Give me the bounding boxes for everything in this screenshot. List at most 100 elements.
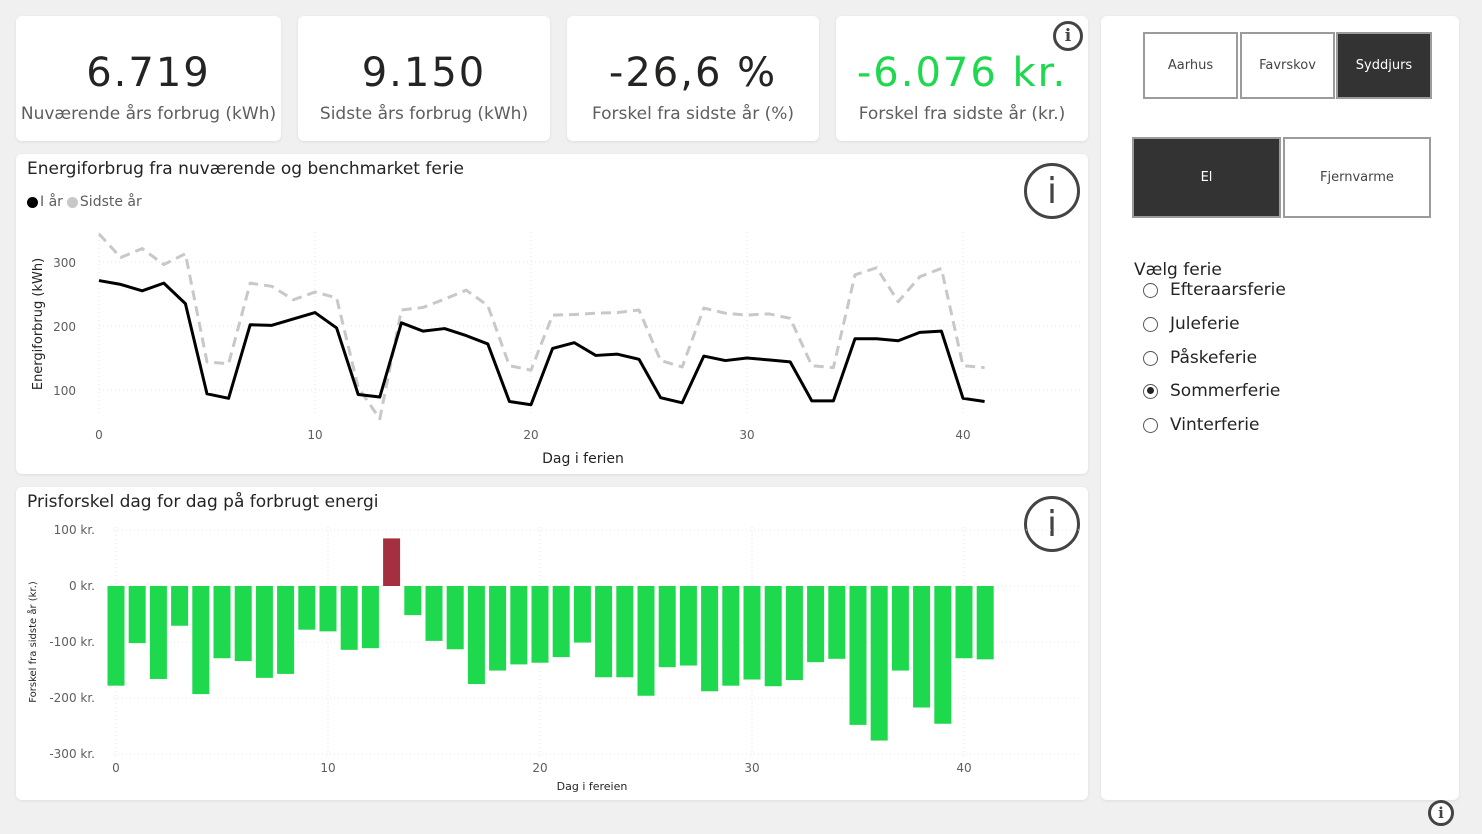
bar — [828, 586, 846, 659]
bar — [849, 586, 867, 725]
bar — [425, 586, 443, 641]
bar — [234, 586, 252, 662]
info-circle-icon[interactable]: i — [1428, 800, 1454, 826]
info-circle-icon[interactable]: i — [1053, 21, 1083, 51]
city-button-syddjurs[interactable]: Syddjurs — [1336, 32, 1432, 99]
city-button-aarhus[interactable]: Aarhus — [1143, 32, 1238, 99]
bar — [701, 586, 719, 692]
y-tick-label: 300 — [53, 256, 76, 270]
radio-button[interactable] — [1143, 417, 1158, 433]
holiday-option-sommerferie[interactable]: Sommerferie — [1143, 381, 1280, 401]
radio-button-selected[interactable] — [1143, 383, 1158, 399]
y-axis-label: Forskel fra sidste år (kr.) — [26, 581, 39, 703]
bar-chart-plot: 100 kr. 0 kr. -100 kr. -200 kr. -300 kr. 0 10 2… — [26, 523, 1080, 793]
bar — [573, 586, 591, 643]
holiday-option-paaskeferie[interactable]: Påskeferie — [1143, 348, 1257, 368]
y-tick-label: -300 kr. — [49, 747, 95, 761]
y-axis-label: Energiforbrug (kWh) — [31, 258, 46, 390]
holiday-option-label: Vinterferie — [1170, 415, 1260, 435]
slicer-panel: Aarhus Favrskov Syddjurs El Fjernvarme V… — [1101, 16, 1459, 800]
bar — [489, 586, 507, 671]
bar — [891, 586, 909, 671]
x-tick-label: 30 — [744, 761, 759, 775]
bar — [743, 586, 761, 680]
radio-button[interactable] — [1143, 316, 1158, 332]
bar — [446, 586, 464, 650]
kpi-card-diff-kr: -6.076 kr. Forskel fra sidste år (kr.) — [836, 16, 1088, 141]
bar — [277, 586, 295, 674]
x-tick-label: 30 — [739, 428, 754, 442]
y-tick-label: -200 kr. — [49, 691, 95, 705]
bar — [192, 586, 210, 695]
bar — [149, 586, 167, 679]
bar — [807, 586, 825, 663]
bar — [955, 586, 973, 659]
energy-button-el[interactable]: El — [1132, 137, 1281, 218]
kpi-value: 6.719 — [86, 50, 211, 96]
y-tick-label: 100 kr. — [54, 523, 95, 537]
bar-chart-card: Prisforskel dag for dag på forbrugt ener… — [16, 487, 1088, 800]
bar — [764, 586, 782, 687]
kpi-card-last-year: 9.150 Sidste års forbrug (kWh) — [298, 16, 550, 141]
x-tick-label: 0 — [112, 761, 120, 775]
city-button-favrskov[interactable]: Favrskov — [1240, 32, 1335, 99]
bar — [467, 586, 485, 684]
kpi-label: Nuværende års forbrug (kWh) — [20, 104, 277, 124]
holiday-option-label: Sommerferie — [1170, 381, 1281, 401]
bar — [870, 586, 888, 741]
holiday-option-juleferie[interactable]: Juleferie — [1143, 314, 1240, 334]
holiday-option-label: Juleferie — [1170, 314, 1240, 334]
bar — [679, 586, 697, 666]
bar — [361, 586, 379, 649]
bar — [171, 586, 189, 626]
x-axis-label: Dag i ferien — [542, 451, 624, 467]
bar — [658, 586, 676, 668]
y-tick-label: -100 kr. — [49, 635, 95, 649]
kpi-value: -26,6 % — [608, 50, 778, 96]
bar — [913, 586, 931, 708]
bar — [616, 586, 634, 678]
energy-button-fjernvarme[interactable]: Fjernvarme — [1283, 137, 1431, 218]
bar — [510, 586, 528, 665]
x-axis-label: Dag i fereien — [557, 780, 628, 793]
holiday-option-label: Påskeferie — [1170, 348, 1258, 368]
bar — [595, 586, 613, 678]
kpi-label: Sidste års forbrug (kWh) — [319, 104, 529, 124]
holiday-option-vinterferie[interactable]: Vinterferie — [1143, 415, 1259, 435]
bar — [637, 586, 655, 696]
bar — [404, 586, 422, 616]
y-tick-label: 100 — [53, 384, 76, 398]
kpi-card-current: 6.719 Nuværende års forbrug (kWh) — [16, 16, 281, 141]
x-tick-label: 20 — [532, 761, 547, 775]
bar — [785, 586, 803, 681]
line-chart-card: Energiforbrug fra nuværende og benchmark… — [16, 154, 1088, 474]
holiday-option-label: Efteraarsferie — [1170, 280, 1286, 300]
kpi-label: Forskel fra sidste år (kr.) — [858, 104, 1066, 124]
holiday-slicer-title: Vælg ferie — [1134, 260, 1222, 280]
x-tick-label: 20 — [523, 428, 538, 442]
kpi-value: 9.150 — [361, 50, 487, 96]
bar — [255, 586, 273, 678]
kpi-label: Forskel fra sidste år (%) — [591, 104, 795, 124]
radio-button[interactable] — [1143, 282, 1158, 298]
bar — [213, 586, 231, 659]
x-tick-label: 40 — [956, 761, 971, 775]
bar — [976, 586, 994, 660]
bar — [298, 586, 316, 630]
radio-button[interactable] — [1143, 350, 1158, 366]
line-chart-plot: 100 200 300 0 10 20 30 40 Dag i ferien Energiforb… — [31, 232, 1080, 467]
bar — [383, 538, 401, 586]
holiday-option-efteraarsferie[interactable]: Efteraarsferie — [1143, 280, 1286, 300]
x-tick-label: 0 — [95, 428, 103, 442]
bar — [531, 586, 549, 663]
kpi-card-diff-percent: -26,6 % Forskel fra sidste år (%) — [567, 16, 819, 141]
bar — [128, 586, 146, 644]
bar — [552, 586, 570, 658]
x-tick-label: 10 — [320, 761, 335, 775]
y-tick-label: 200 — [53, 320, 76, 334]
bar — [722, 586, 740, 686]
x-tick-label: 10 — [307, 428, 322, 442]
kpi-value: -6.076 kr. — [856, 50, 1068, 96]
bar — [934, 586, 952, 724]
bar — [319, 586, 337, 632]
